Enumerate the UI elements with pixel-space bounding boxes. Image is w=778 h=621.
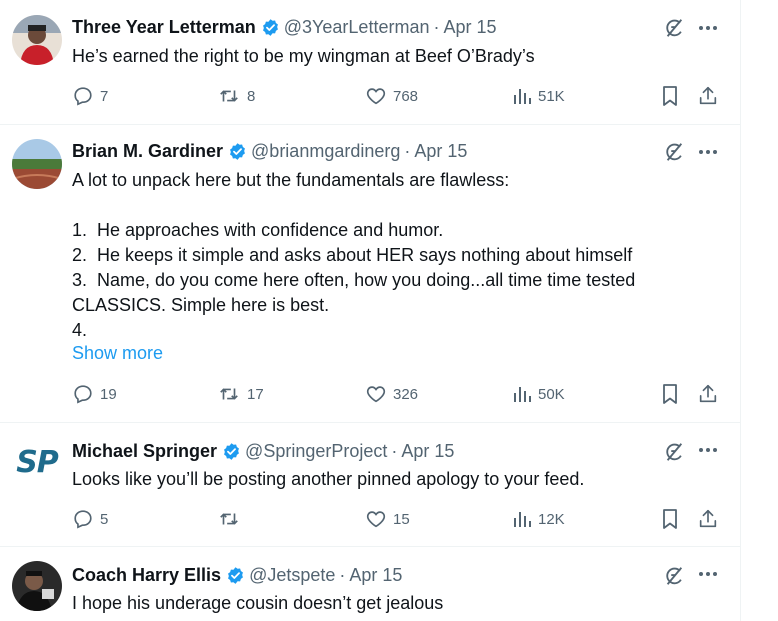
handle[interactable]: @brianmgardinerg	[251, 141, 400, 162]
reply-icon	[74, 510, 92, 529]
tweet-header: Michael Springer @SpringerProject · Apr …	[72, 440, 454, 462]
bookmark-icon	[663, 86, 677, 106]
repost-count: 17	[247, 385, 264, 403]
display-name[interactable]: Michael Springer	[72, 441, 217, 462]
bookmark-icon	[663, 509, 677, 529]
grok-icon[interactable]	[662, 440, 686, 464]
views-count: 12K	[538, 510, 565, 528]
like-button[interactable]: 15	[365, 507, 410, 531]
avatar-logo-text: SP	[16, 444, 59, 480]
timestamp[interactable]: Apr 15	[414, 141, 467, 162]
separator: ·	[433, 16, 440, 37]
verified-badge-icon	[228, 142, 247, 161]
handle[interactable]: @Jetspete	[249, 565, 335, 586]
avatar[interactable]	[12, 15, 62, 65]
separator: ·	[404, 140, 411, 161]
separator: ·	[339, 564, 346, 585]
more-icon[interactable]	[696, 562, 720, 586]
like-icon	[366, 511, 386, 528]
handle[interactable]: @3YearLetterman	[284, 17, 430, 38]
share-button[interactable]	[697, 84, 719, 108]
display-name[interactable]: Three Year Letterman	[72, 17, 256, 38]
repost-button[interactable]: 17	[217, 382, 264, 406]
tweet[interactable]: Coach Harry Ellis @Jetspete · Apr 15 I h…	[0, 546, 740, 621]
action-bar: 19 17 326 50K	[0, 382, 740, 406]
bookmark-button[interactable]	[660, 507, 680, 531]
views-icon	[514, 89, 531, 104]
display-name[interactable]: Coach Harry Ellis	[72, 565, 221, 586]
repost-count: 8	[247, 87, 256, 105]
reply-count: 5	[100, 510, 109, 528]
share-icon	[699, 384, 717, 403]
tweet-text: He’s earned the right to be my wingman a…	[72, 46, 535, 66]
avatar[interactable]	[12, 139, 62, 189]
verified-badge-icon	[222, 442, 241, 461]
repost-button[interactable]: 8	[217, 84, 255, 108]
verified-badge-icon	[261, 18, 280, 37]
tweet[interactable]: Brian M. Gardiner @brianmgardinerg · Apr…	[0, 124, 740, 423]
reply-button[interactable]: 5	[72, 507, 108, 531]
tweet-text: A lot to unpack here but the fundamental…	[72, 170, 636, 340]
reply-icon	[74, 87, 92, 106]
views-icon	[514, 387, 531, 402]
action-bar: 7 8 768 51K	[0, 84, 740, 108]
share-button[interactable]	[697, 507, 719, 531]
bookmark-button[interactable]	[660, 382, 680, 406]
like-icon	[366, 386, 386, 403]
avatar[interactable]	[12, 561, 62, 611]
views-icon	[514, 512, 531, 527]
action-bar: 5 15 12K	[0, 507, 740, 531]
views-button[interactable]: 51K	[512, 84, 565, 108]
display-name[interactable]: Brian M. Gardiner	[72, 141, 223, 162]
tweet-text: Looks like you’ll be posting another pin…	[72, 469, 585, 489]
tweet-header: Coach Harry Ellis @Jetspete · Apr 15	[72, 564, 402, 586]
views-button[interactable]: 50K	[512, 382, 565, 406]
like-icon	[366, 88, 386, 105]
repost-button[interactable]	[217, 507, 241, 531]
grok-icon[interactable]	[662, 16, 686, 40]
timestamp[interactable]: Apr 15	[443, 17, 496, 38]
like-count: 768	[393, 87, 419, 105]
avatar[interactable]: SP	[12, 437, 62, 487]
share-button[interactable]	[697, 382, 719, 406]
share-icon	[699, 86, 717, 105]
views-count: 50K	[538, 385, 565, 403]
timestamp[interactable]: Apr 15	[401, 441, 454, 462]
more-icon[interactable]	[696, 438, 720, 462]
grok-icon[interactable]	[662, 564, 686, 588]
timestamp[interactable]: Apr 15	[349, 565, 402, 586]
repost-icon	[220, 388, 238, 400]
handle[interactable]: @SpringerProject	[245, 441, 387, 462]
timeline-feed: Three Year Letterman @3YearLetterman · A…	[0, 0, 741, 621]
share-icon	[699, 509, 717, 528]
grok-icon[interactable]	[662, 140, 686, 164]
tweet[interactable]: SP Michael Springer @SpringerProject · A…	[0, 422, 740, 547]
tweet[interactable]: Three Year Letterman @3YearLetterman · A…	[0, 0, 740, 125]
repost-icon	[220, 513, 238, 525]
separator: ·	[391, 440, 398, 461]
reply-count: 19	[100, 385, 117, 403]
reply-button[interactable]: 19	[72, 382, 117, 406]
like-count: 15	[393, 510, 410, 528]
show-more-link[interactable]: Show more	[72, 343, 163, 364]
like-button[interactable]: 768	[365, 84, 418, 108]
repost-icon	[220, 90, 238, 102]
like-count: 326	[393, 385, 419, 403]
reply-count: 7	[100, 87, 109, 105]
reply-icon	[74, 385, 92, 404]
more-icon[interactable]	[696, 140, 720, 164]
bookmark-icon	[663, 384, 677, 404]
like-button[interactable]: 326	[365, 382, 418, 406]
more-icon[interactable]	[696, 16, 720, 40]
tweet-header: Brian M. Gardiner @brianmgardinerg · Apr…	[72, 140, 467, 162]
verified-badge-icon	[226, 566, 245, 585]
views-count: 51K	[538, 87, 565, 105]
reply-button[interactable]: 7	[72, 84, 108, 108]
views-button[interactable]: 12K	[512, 507, 565, 531]
tweet-text: I hope his underage cousin doesn’t get j…	[72, 593, 444, 613]
tweet-header: Three Year Letterman @3YearLetterman · A…	[72, 16, 497, 38]
bookmark-button[interactable]	[660, 84, 680, 108]
